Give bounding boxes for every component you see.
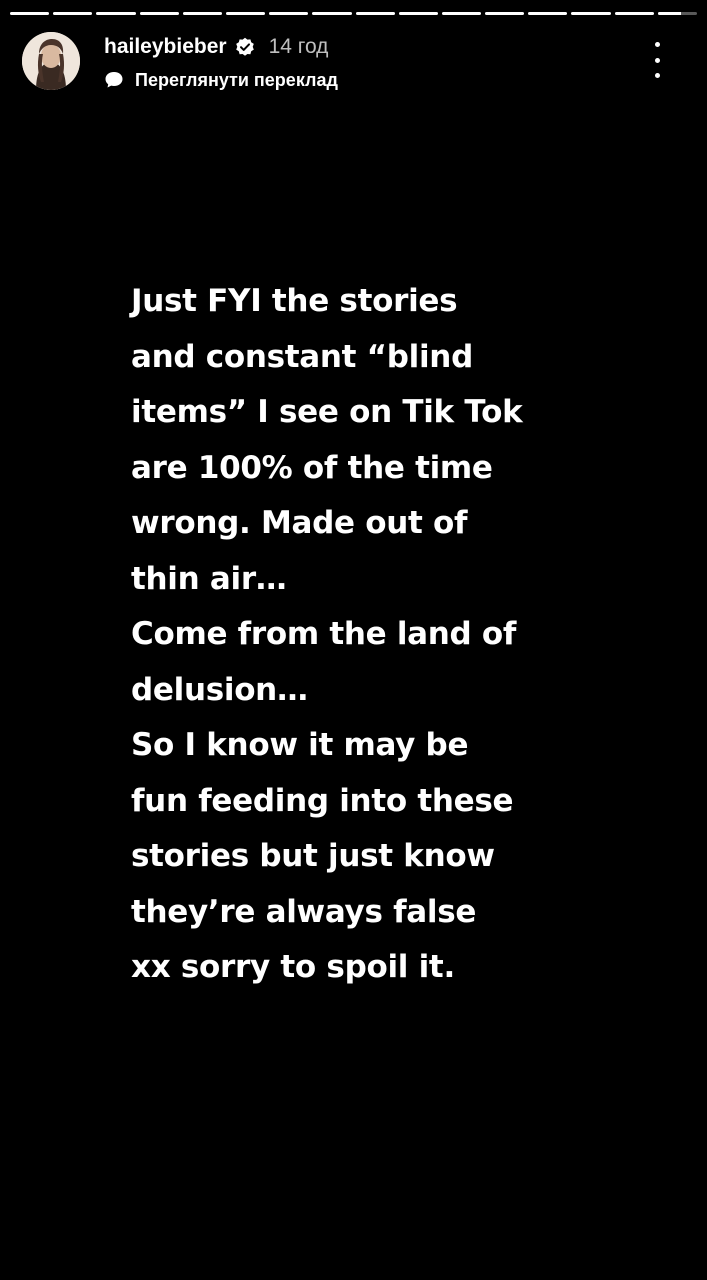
more-vertical-icon[interactable] <box>649 42 665 78</box>
story-text-line: and constant “blind <box>131 338 473 375</box>
progress-segment <box>312 12 352 15</box>
story-text-line: delusion… <box>131 671 308 708</box>
progress-segment <box>571 12 611 15</box>
see-translation-label: Переглянути переклад <box>135 69 338 90</box>
progress-segment <box>485 12 525 15</box>
progress-segment <box>96 12 136 15</box>
story-text-line: items” I see on Tik Tok <box>131 394 523 430</box>
progress-segment <box>528 12 568 15</box>
progress-segment <box>614 12 654 15</box>
story-text-line: thin air… <box>131 560 287 597</box>
time-ago: 14 год <box>268 35 329 58</box>
avatar-image <box>22 32 80 90</box>
progress-segment <box>139 12 179 15</box>
progress-segment <box>441 12 482 15</box>
story-text-line: fun feeding into these <box>131 782 514 819</box>
story-text-line: stories but just know <box>131 838 495 874</box>
story-text: Just FYI the stories and constant “blind i… <box>131 274 611 996</box>
progress-segment <box>398 12 438 15</box>
story-text-line: Just FYI the stories <box>131 283 458 319</box>
story-text-line: wrong. Made out of <box>131 505 468 541</box>
progress-segment <box>657 12 697 15</box>
speech-bubble-icon <box>105 72 123 88</box>
story-text-line: xx sorry to spoil it. <box>131 949 455 985</box>
story-text-line: are 100% of the time <box>131 449 493 486</box>
progress-segment <box>182 12 222 15</box>
progress-segment <box>225 12 266 15</box>
progress-segment <box>53 12 93 15</box>
progress-segment <box>10 12 50 15</box>
story-header: haileybieber 14 год Переглянути переклад <box>22 30 685 92</box>
progress-segment <box>269 12 309 15</box>
story-text-line: So I know it may be <box>131 727 469 763</box>
verified-badge-icon <box>235 37 254 56</box>
user-line: haileybieber 14 год <box>104 34 328 60</box>
story-text-line: Come from the land of <box>131 616 517 652</box>
avatar[interactable] <box>22 32 80 90</box>
see-translation-button[interactable]: Переглянути переклад <box>104 68 338 92</box>
progress-segment <box>355 12 395 15</box>
story-progress-bar <box>10 12 697 15</box>
username[interactable]: haileybieber <box>104 35 227 59</box>
story-text-line: they’re always false <box>131 893 477 930</box>
